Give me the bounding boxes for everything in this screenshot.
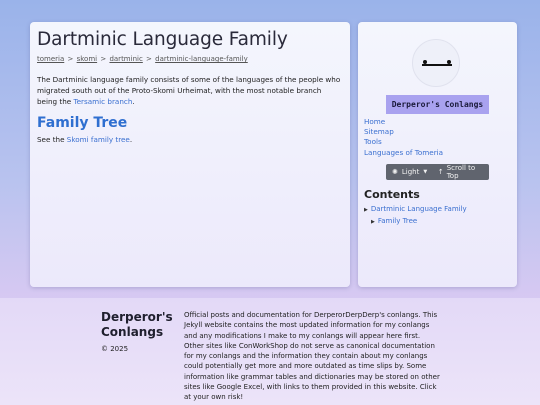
tersamic-branch-link[interactable]: Tersamic branch <box>73 97 132 106</box>
table-of-contents: ▶ Dartminic Language Family ▶ Family Tree <box>364 204 467 227</box>
triangle-right-icon: ▶ <box>371 218 375 225</box>
intro-period: . <box>132 97 135 106</box>
triangle-right-icon: ▶ <box>364 207 368 213</box>
nav-link-sitemap[interactable]: Sitemap <box>364 127 394 136</box>
contents-heading: Contents <box>364 188 420 201</box>
breadcrumb-separator: > <box>67 55 74 63</box>
site-footer: Derperor's Conlangs © 2025 Official post… <box>0 298 540 405</box>
scroll-to-top-button[interactable]: ↑ Scroll to Top <box>436 164 489 180</box>
toc-link-dartminic-language-family[interactable]: Dartminic Language Family <box>371 205 467 213</box>
family-tree-text: See the <box>37 135 67 144</box>
arrow-up-icon: ↑ <box>437 168 444 176</box>
intro-paragraph: The Dartminic language family consists o… <box>37 74 343 107</box>
breadcrumb-separator: > <box>100 55 107 63</box>
main-content-card: Dartminic Language Family tomeria > skom… <box>30 22 350 287</box>
skomi-family-tree-link[interactable]: Skomi family tree <box>67 135 130 144</box>
sidebar-nav: Home Sitemap Tools Languages of Tomeria <box>364 117 443 158</box>
footer-description: Official posts and documentation for Der… <box>184 311 440 402</box>
breadcrumb-current[interactable]: dartminic-language-family <box>155 55 248 63</box>
footer-site-name-line1: Derperor's <box>101 310 173 324</box>
page-title: Dartminic Language Family <box>37 29 288 50</box>
scroll-to-top-label: Scroll to Top <box>446 164 476 180</box>
footer-site-name-line2: Conlangs <box>101 325 164 339</box>
site-avatar[interactable] <box>412 39 460 87</box>
avatar-mouth <box>422 64 452 66</box>
theme-dropdown[interactable]: ✺ Light ▼ <box>386 168 436 176</box>
toc-link-family-tree[interactable]: Family Tree <box>378 217 417 225</box>
sidebar-card: Derperor's Conlangs Home Sitemap Tools L… <box>358 22 517 287</box>
breadcrumb-link-skomi[interactable]: skomi <box>77 55 98 63</box>
sun-icon: ✺ <box>392 168 398 176</box>
theme-label: Light <box>401 168 420 176</box>
family-tree-period: . <box>129 135 133 144</box>
footer-brand: Derperor's Conlangs © 2025 <box>101 310 181 353</box>
caret-down-icon: ▼ <box>423 169 428 175</box>
nav-link-home[interactable]: Home <box>364 117 385 126</box>
toc-item: ▶ Dartminic Language Family <box>364 204 467 216</box>
family-tree-paragraph: See the Skomi family tree. <box>37 135 343 144</box>
site-name-badge[interactable]: Derperor's Conlangs <box>386 95 489 114</box>
page-controls: ✺ Light ▼ ↑ Scroll to Top <box>386 164 489 180</box>
nav-link-languages-of-tomeria[interactable]: Languages of Tomeria <box>364 148 443 157</box>
breadcrumb: tomeria > skomi > dartminic > dartminic-… <box>37 55 343 64</box>
toc-item: ▶ Family Tree <box>364 216 467 228</box>
breadcrumb-link-tomeria[interactable]: tomeria <box>37 55 64 63</box>
footer-copyright: © 2025 <box>101 345 129 353</box>
breadcrumb-separator: > <box>146 55 152 63</box>
breadcrumb-link-dartminic[interactable]: dartminic <box>109 55 142 63</box>
family-tree-heading: Family Tree <box>37 115 128 131</box>
nav-link-tools[interactable]: Tools <box>364 137 382 146</box>
